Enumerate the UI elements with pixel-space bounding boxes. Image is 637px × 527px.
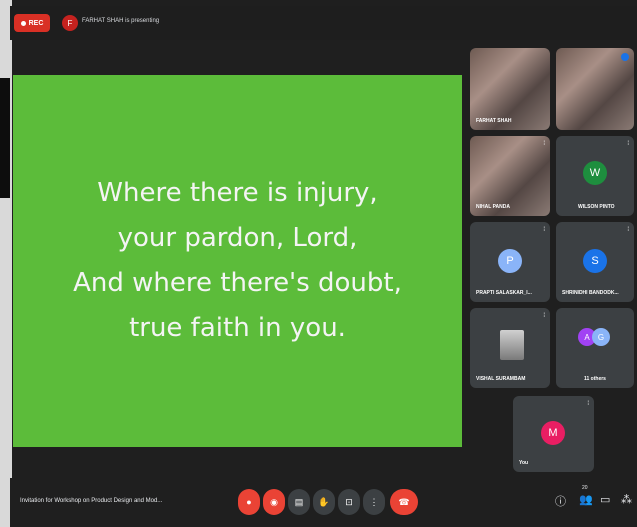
mic-off-icon: ⁞: [587, 401, 589, 407]
mic-off-icon: ⁞: [543, 313, 545, 319]
outer-frame-dark-strip: [0, 78, 10, 198]
speaking-indicator-icon: [621, 53, 629, 61]
participant-tile[interactable]: P PRAPTI SALASKAR_I... ⁞: [470, 222, 550, 302]
recording-dot-icon: [20, 20, 26, 26]
mic-off-icon: ⁞: [543, 141, 545, 147]
participant-name: NIHAL PANDA: [476, 204, 510, 210]
participant-name: PRAPTI SALASKAR_I...: [476, 290, 532, 296]
slide-line: And where there's doubt,: [73, 268, 402, 298]
meeting-title: Invitation for Workshop on Product Desig…: [20, 498, 163, 504]
outer-frame: [0, 0, 12, 527]
mic-off-icon: ⁞: [627, 227, 629, 233]
present-button[interactable]: ⊡: [338, 489, 360, 515]
end-call-button[interactable]: ☎: [390, 489, 418, 515]
raise-hand-icon: ✋: [318, 496, 330, 507]
participant-tile[interactable]: NIHAL PANDA ⁞: [470, 136, 550, 216]
captions-button[interactable]: ▤: [288, 489, 310, 515]
more-options-button[interactable]: ⋮: [363, 489, 385, 515]
info-icon: ⓘ: [555, 496, 566, 508]
participant-avatar: W: [583, 161, 607, 185]
slide-line: true faith in you.: [129, 313, 346, 343]
recording-badge[interactable]: REC: [14, 14, 50, 32]
chat-icon: ▭: [600, 494, 611, 506]
present-icon: ⊡: [345, 496, 353, 507]
mic-off-icon: ⁞: [627, 141, 629, 147]
recording-label: REC: [28, 19, 44, 27]
mic-toggle-button[interactable]: ●: [238, 489, 260, 515]
slide-line: your pardon, Lord,: [117, 223, 358, 253]
participant-avatar: P: [498, 249, 522, 273]
self-tile[interactable]: M You ⁞: [513, 396, 594, 472]
self-name: You: [519, 460, 529, 466]
top-bar: REC F FARHAT SHAH is presenting: [10, 6, 637, 40]
presenter-avatar: F: [62, 15, 78, 31]
people-icon: 👥: [579, 494, 593, 506]
raise-hand-button[interactable]: ✋: [313, 489, 335, 515]
participant-tile[interactable]: A G 11 others: [556, 308, 634, 388]
participant-name: 11 others: [584, 376, 606, 382]
participant-tile[interactable]: S SHRINIDHI BANDODK... ⁞: [556, 222, 634, 302]
participant-tile[interactable]: FARHAT SHAH: [470, 48, 550, 130]
participant-name: SHRINIDHI BANDODK...: [562, 290, 619, 296]
participant-tile[interactable]: [556, 48, 634, 130]
participant-name: WILSON PINTO: [578, 204, 615, 210]
chat-button[interactable]: ▭: [600, 493, 610, 506]
captions-icon: ▤: [294, 496, 304, 507]
participant-name: FARHAT SHAH: [476, 118, 512, 124]
bottom-bar: Invitation for Workshop on Product Desig…: [10, 478, 637, 527]
mic-off-icon: ⁞: [543, 227, 545, 233]
screen-share-thumbnail: [500, 330, 524, 360]
presentation-slide: Where there is injury, your pardon, Lord…: [13, 75, 462, 447]
participant-name: VISHAL SURAMBAM: [476, 376, 526, 382]
camera-toggle-button[interactable]: ◉: [263, 489, 285, 515]
presenting-status: FARHAT SHAH is presenting: [82, 18, 160, 24]
activities-button[interactable]: ⁂: [621, 493, 632, 506]
self-avatar: M: [541, 421, 565, 445]
people-button[interactable]: 👥: [579, 493, 593, 506]
end-call-icon: ☎: [398, 496, 410, 507]
participant-avatar: S: [583, 249, 607, 273]
more-icon: ⋮: [369, 496, 379, 507]
participant-avatar: G: [592, 328, 610, 346]
slide-line: Where there is injury,: [97, 178, 378, 208]
participant-tile[interactable]: W WILSON PINTO ⁞: [556, 136, 634, 216]
camera-off-icon: ◉: [270, 496, 278, 507]
participant-count: 20: [582, 485, 588, 491]
mic-off-icon: ●: [246, 497, 252, 507]
info-button[interactable]: ⓘ: [555, 493, 566, 509]
participant-tile[interactable]: VISHAL SURAMBAM ⁞: [470, 308, 550, 388]
activities-icon: ⁂: [621, 494, 632, 506]
